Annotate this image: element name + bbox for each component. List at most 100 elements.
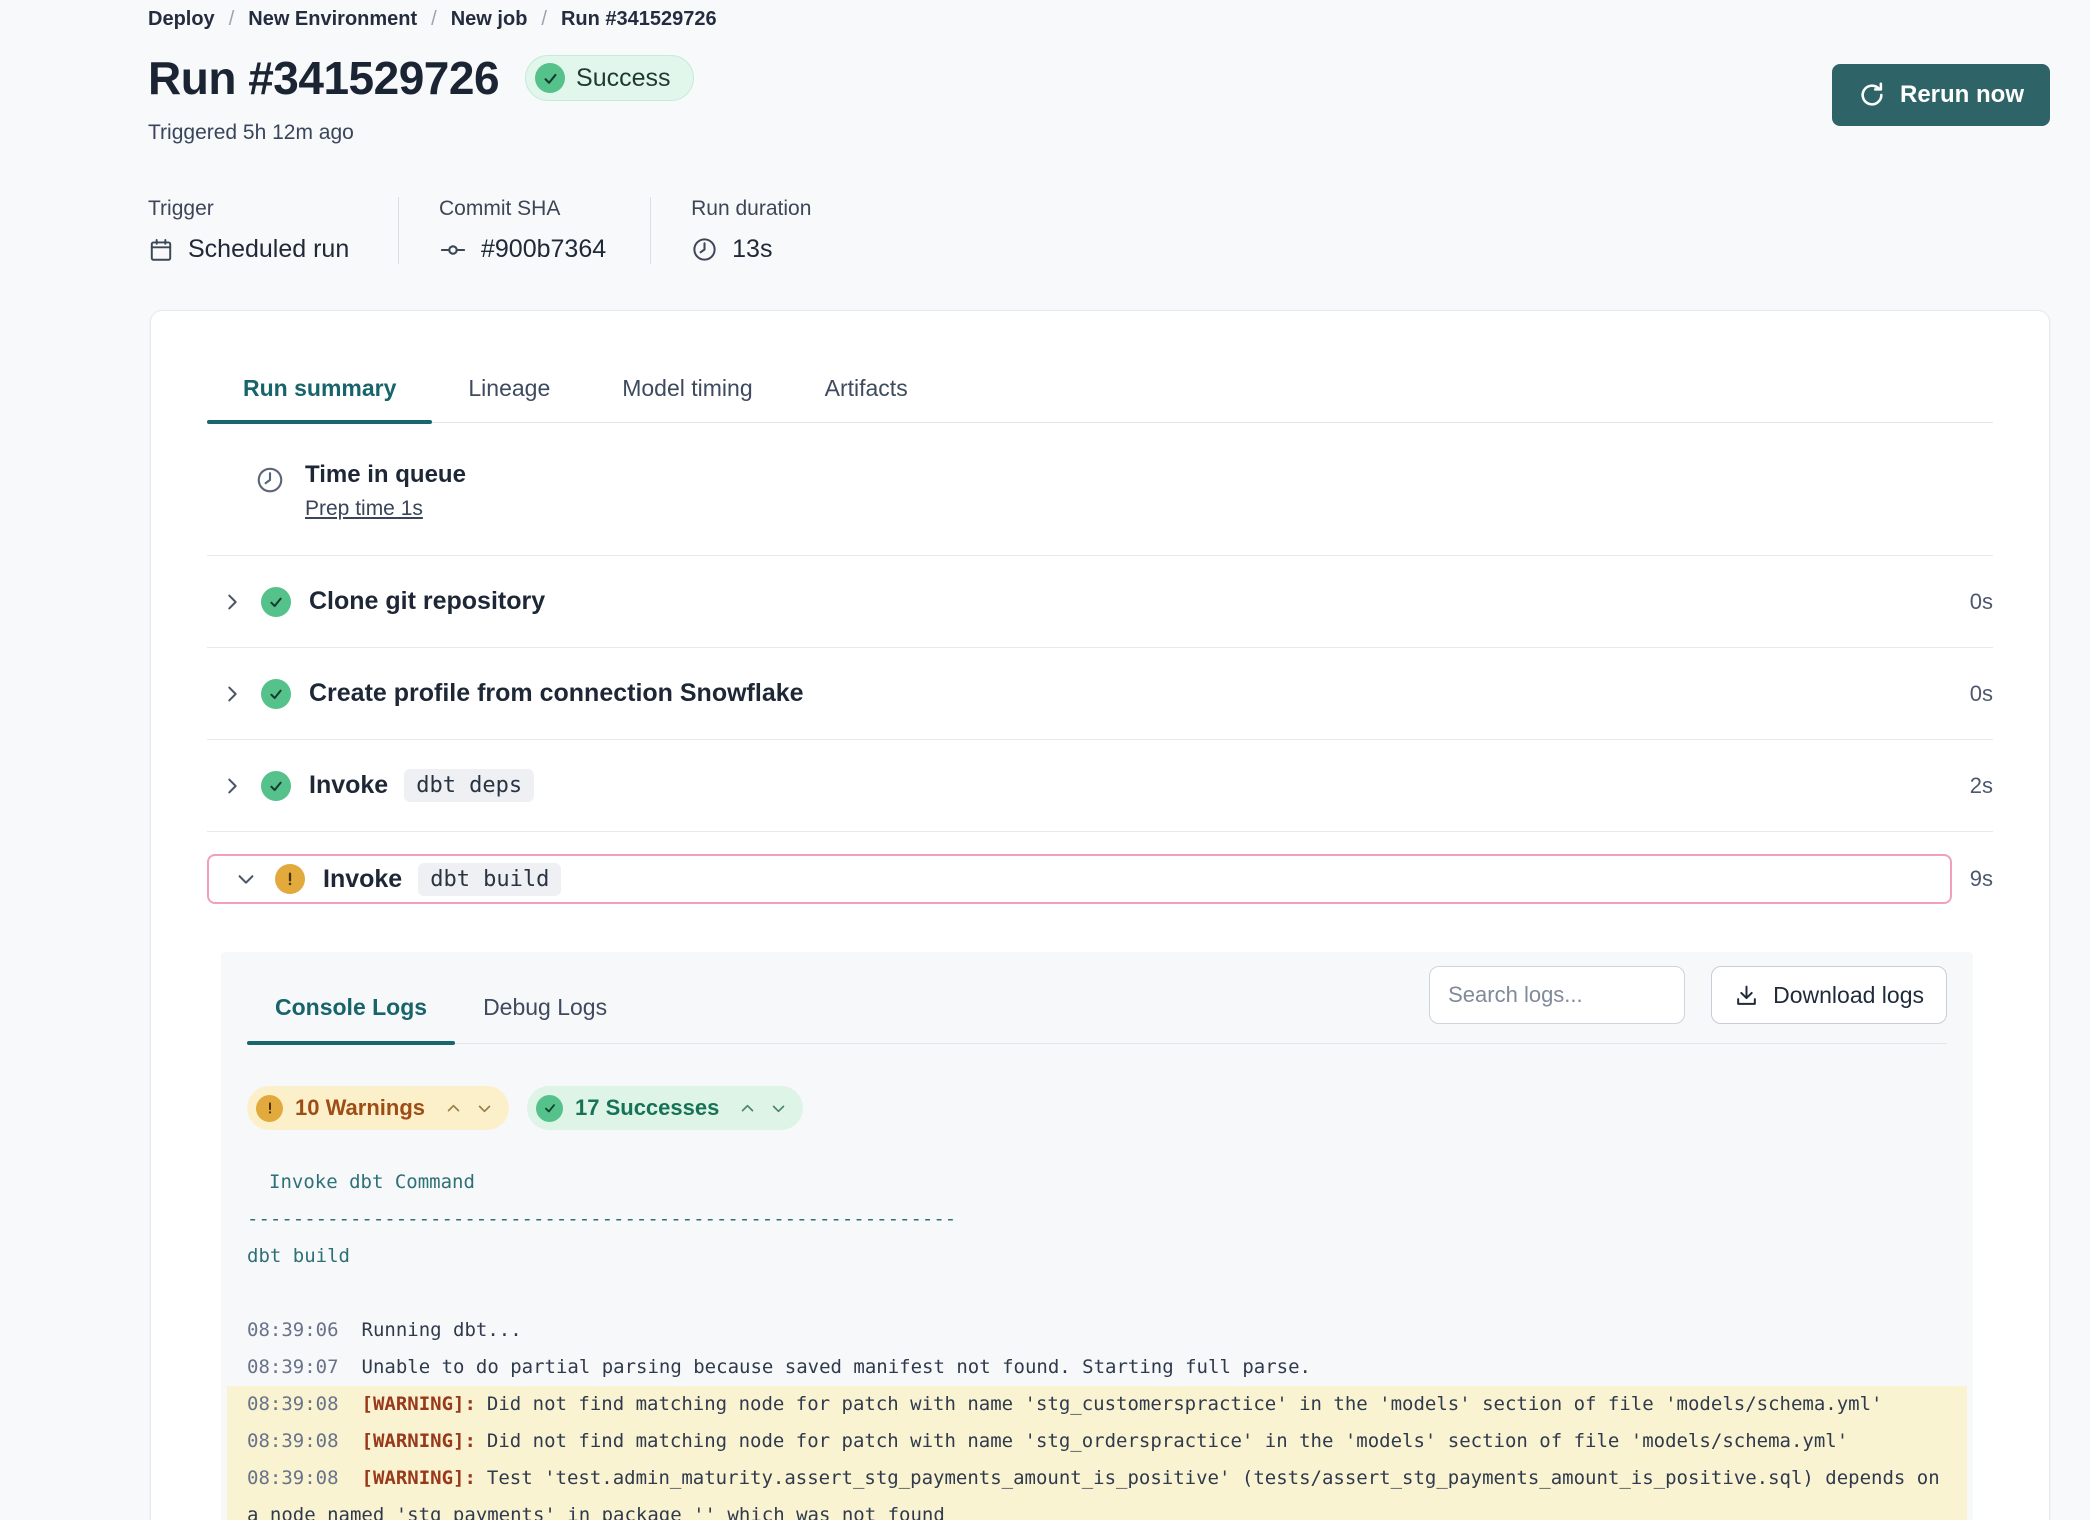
chevron-down-icon[interactable] (235, 868, 257, 890)
step-toggle-dbt-build[interactable]: Invoke dbt build (207, 854, 1952, 904)
chevron-down-icon[interactable] (476, 1100, 493, 1117)
breadcrumb-separator: / (431, 8, 437, 31)
warnings-badge-label: 10 Warnings (295, 1095, 425, 1121)
run-summary-card: Run summary Lineage Model timing Artifac… (150, 310, 2050, 1520)
clock-icon (255, 465, 285, 521)
step-duration: 2s (1970, 773, 1993, 799)
search-logs-input[interactable] (1429, 966, 1685, 1024)
log-divider-line: ----------------------------------------… (247, 1201, 1947, 1238)
tab-model-timing[interactable]: Model timing (586, 375, 788, 422)
status-badge-label: Success (576, 64, 670, 93)
log-message: Did not find matching node for patch wit… (487, 1393, 1883, 1415)
step-title: Invoke (309, 771, 388, 800)
download-logs-label: Download logs (1773, 982, 1924, 1009)
meta-trigger-value: Scheduled run (188, 235, 349, 264)
breadcrumb: Deploy / New Environment / New job / Run… (148, 8, 2050, 31)
check-circle-icon (535, 63, 565, 93)
console-log-panel: Console Logs Debug Logs Download logs (221, 952, 1973, 1520)
tab-debug-logs[interactable]: Debug Logs (455, 976, 635, 1043)
triggered-time: Triggered 5h 12m ago (148, 121, 2050, 145)
rerun-now-label: Rerun now (1900, 81, 2024, 109)
chevron-right-icon[interactable] (221, 591, 243, 613)
download-icon (1734, 983, 1759, 1008)
chevron-up-icon[interactable] (739, 1100, 756, 1117)
log-line: 08:39:07 Unable to do partial parsing bec… (247, 1349, 1947, 1386)
warning-circle-icon (256, 1095, 283, 1122)
breadcrumb-separator: / (229, 8, 235, 31)
successes-badge-label: 17 Successes (575, 1095, 719, 1121)
command-chip: dbt deps (404, 769, 534, 802)
meta-trigger: Trigger Scheduled run (148, 197, 398, 264)
calendar-icon (148, 237, 174, 263)
check-circle-icon (536, 1095, 563, 1122)
tab-console-logs[interactable]: Console Logs (247, 976, 455, 1043)
log-timestamp: 08:39:08 (247, 1430, 339, 1452)
log-timestamp: 08:39:07 (247, 1356, 339, 1378)
run-tabs: Run summary Lineage Model timing Artifac… (207, 375, 1993, 423)
command-chip: dbt build (418, 863, 561, 896)
breadcrumb-separator: / (541, 8, 547, 31)
log-message: Did not find matching node for patch wit… (487, 1430, 1848, 1452)
log-message: Unable to do partial parsing because sav… (362, 1356, 1311, 1378)
time-in-queue-section: Time in queue Prep time 1s (207, 423, 1993, 556)
meta-duration: Run duration 13s (650, 197, 855, 264)
breadcrumb-job[interactable]: New job (451, 8, 528, 31)
download-logs-button[interactable]: Download logs (1711, 966, 1947, 1024)
tab-lineage[interactable]: Lineage (432, 375, 586, 422)
chevron-right-icon[interactable] (221, 683, 243, 705)
breadcrumb-deploy[interactable]: Deploy (148, 8, 215, 31)
log-warning-tag: [WARNING]: (362, 1393, 476, 1415)
clock-icon (691, 236, 718, 263)
log-line-warning: 08:39:08 [WARNING]:Test 'test.admin_matur… (227, 1460, 1967, 1520)
step-title: Clone git repository (309, 587, 545, 616)
breadcrumb-current-run: Run #341529726 (561, 8, 717, 31)
check-circle-icon (261, 771, 291, 801)
status-badge: Success (525, 55, 693, 101)
check-circle-icon (261, 679, 291, 709)
step-duration: 0s (1970, 589, 1993, 615)
log-command-header: Invoke dbt Command (247, 1164, 1947, 1201)
log-command: dbt build (247, 1238, 1947, 1275)
log-warning-tag: [WARNING]: (362, 1430, 476, 1452)
log-timestamp: 08:39:08 (247, 1393, 339, 1415)
refresh-icon (1858, 81, 1886, 109)
log-timestamp: 08:39:06 (247, 1319, 339, 1341)
meta-trigger-label: Trigger (148, 197, 354, 221)
chevron-right-icon[interactable] (221, 775, 243, 797)
prep-time-link[interactable]: Prep time 1s (305, 497, 423, 521)
queue-title: Time in queue (305, 461, 466, 489)
rerun-now-button[interactable]: Rerun now (1832, 64, 2050, 126)
step-title: Invoke (323, 865, 402, 894)
log-message: Running dbt... (362, 1319, 522, 1341)
meta-duration-label: Run duration (691, 197, 811, 221)
log-message: Test 'test.admin_maturity.assert_stg_pay… (247, 1467, 1951, 1520)
tab-artifacts[interactable]: Artifacts (789, 375, 944, 422)
step-row-clone-git[interactable]: Clone git repository 0s (207, 556, 1993, 648)
page-title: Run #341529726 (148, 51, 499, 105)
breadcrumb-environment[interactable]: New Environment (248, 8, 417, 31)
successes-badge: 17 Successes (527, 1086, 803, 1130)
warnings-badge: 10 Warnings (247, 1086, 509, 1130)
page-header: Deploy / New Environment / New job / Run… (0, 0, 2090, 145)
meta-commit-value: #900b7364 (481, 235, 606, 264)
log-line-warning: 08:39:08 [WARNING]: Did not find matching … (227, 1423, 1967, 1460)
meta-duration-value: 13s (732, 235, 772, 264)
log-blank-line (247, 1275, 1947, 1312)
commit-icon (439, 236, 467, 264)
log-warning-tag: [WARNING]: (362, 1467, 476, 1489)
log-timestamp: 08:39:08 (247, 1467, 339, 1489)
meta-commit-label: Commit SHA (439, 197, 606, 221)
step-row-dbt-build: Invoke dbt build 9s (207, 854, 1993, 904)
run-meta: Trigger Scheduled run Commit SHA #900b73… (148, 197, 2090, 264)
meta-commit: Commit SHA #900b7364 (398, 197, 650, 264)
step-duration: 9s (1970, 866, 1993, 892)
step-row-create-profile[interactable]: Create profile from connection Snowflake… (207, 648, 1993, 740)
step-row-dbt-deps[interactable]: Invoke dbt deps 2s (207, 740, 1993, 832)
chevron-up-icon[interactable] (445, 1100, 462, 1117)
tab-run-summary[interactable]: Run summary (207, 375, 432, 422)
check-circle-icon (261, 587, 291, 617)
warning-circle-icon (275, 864, 305, 894)
console-log-output: Invoke dbt Command ---------------------… (247, 1164, 1947, 1520)
step-duration: 0s (1970, 681, 1993, 707)
chevron-down-icon[interactable] (770, 1100, 787, 1117)
